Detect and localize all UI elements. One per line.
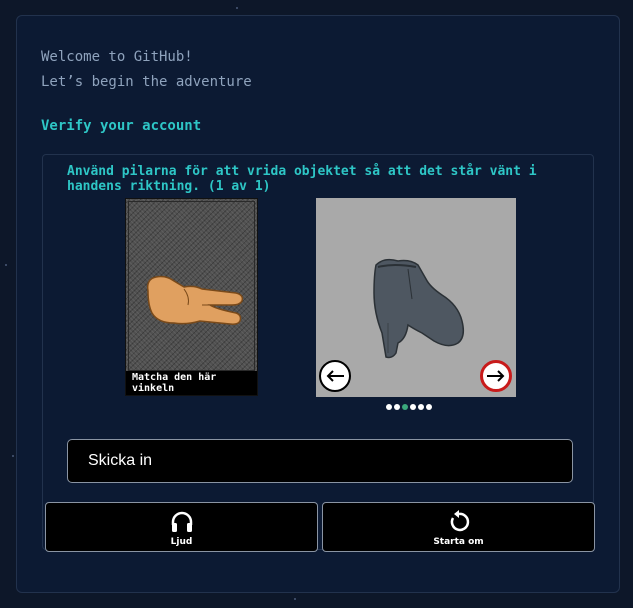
welcome-text: Welcome to GitHub! Let’s begin the adven… bbox=[41, 45, 252, 95]
captcha-instructions: Använd pilarna för att vrida objektet så… bbox=[67, 164, 537, 194]
progress-dot bbox=[426, 404, 432, 410]
progress-dot bbox=[394, 404, 400, 410]
verify-title: Verify your account bbox=[41, 118, 202, 134]
ankle-boot-icon bbox=[373, 258, 465, 359]
background-star bbox=[12, 455, 14, 457]
arrow-right-icon bbox=[487, 370, 505, 382]
arrow-left-icon bbox=[326, 370, 344, 382]
submit-button[interactable]: Skicka in bbox=[67, 439, 573, 483]
restart-button[interactable]: Starta om bbox=[322, 502, 595, 552]
verification-card: Welcome to GitHub! Let’s begin the adven… bbox=[16, 15, 620, 593]
background-star bbox=[5, 264, 7, 266]
restart-icon bbox=[450, 510, 469, 532]
progress-dot bbox=[386, 404, 392, 410]
restart-label: Starta om bbox=[433, 537, 484, 547]
rotate-right-button[interactable] bbox=[480, 360, 512, 392]
progress-dots bbox=[386, 404, 432, 410]
background-star bbox=[236, 7, 238, 9]
headphones-icon bbox=[171, 511, 192, 532]
welcome-title: Welcome to GitHub! bbox=[41, 49, 193, 65]
captcha-challenge: Använd pilarna för att vrida objektet så… bbox=[42, 154, 595, 552]
audio-button[interactable]: Ljud bbox=[45, 502, 318, 552]
rotate-left-button[interactable] bbox=[319, 360, 351, 392]
audio-label: Ljud bbox=[170, 537, 193, 547]
pointing-hand-icon bbox=[146, 275, 244, 325]
progress-dot bbox=[418, 404, 424, 410]
reference-caption: Matcha den här vinkeln bbox=[126, 371, 257, 395]
background-star bbox=[294, 598, 296, 600]
rotatable-object bbox=[316, 198, 516, 397]
welcome-subtitle: Let’s begin the adventure bbox=[41, 74, 252, 90]
progress-dot-active bbox=[402, 404, 408, 410]
reference-image: Matcha den här vinkeln bbox=[125, 198, 258, 396]
progress-dot bbox=[410, 404, 416, 410]
